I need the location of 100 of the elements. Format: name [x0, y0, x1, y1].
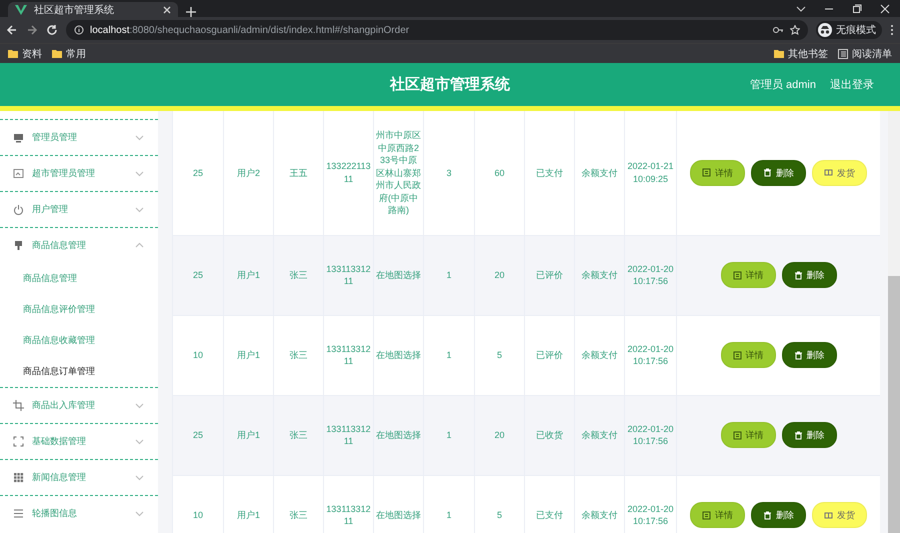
table-cell: 13311331211: [324, 315, 374, 395]
crop-icon: [13, 400, 24, 411]
restore-icon: [852, 4, 862, 14]
table-cell: 25: [172, 235, 224, 315]
table-cell: 在地图选择: [374, 235, 424, 315]
grid-icon: [13, 472, 24, 483]
folder-icon: [52, 48, 62, 58]
menu-item[interactable]: 基础数据管理: [0, 423, 158, 459]
table-cell: 20: [474, 235, 524, 315]
table-cell: 王五: [274, 111, 324, 235]
table-cell: 在地图选择: [374, 395, 424, 475]
incognito-icon: [818, 23, 832, 37]
detail-button[interactable]: 详情: [690, 160, 745, 186]
table-cell: 13311331211: [324, 235, 374, 315]
chevron-up-icon: [135, 242, 144, 249]
user-label: 管理员 admin: [750, 78, 816, 92]
bookmark[interactable]: 其他书签: [774, 46, 828, 60]
chevron-down-icon: [135, 170, 144, 177]
table-cell: 20: [474, 395, 524, 475]
menu-item[interactable]: 轮播图信息: [0, 495, 158, 531]
chevron-down-icon: [135, 134, 144, 141]
scrollbar[interactable]: [888, 111, 900, 533]
app-title: 社区超市管理系统: [390, 75, 510, 94]
submenu-item[interactable]: 商品信息评价管理: [0, 294, 158, 325]
submenu-item[interactable]: 商品信息收藏管理: [0, 325, 158, 356]
folder-icon: [774, 48, 784, 58]
menu-item[interactable]: 管理员管理: [0, 119, 158, 155]
chevron-down-icon: [135, 438, 144, 445]
trash-icon: [794, 350, 802, 360]
detail-button[interactable]: 详情: [720, 262, 776, 288]
table-cell: 1: [424, 395, 474, 475]
table-cell: 2022-01-20 10:17:56: [624, 315, 676, 395]
menu-item[interactable]: 用户管理: [0, 191, 158, 227]
list-icon: [838, 48, 848, 58]
menu-item[interactable]: 商品出入库管理: [0, 387, 158, 423]
box-icon: [824, 510, 833, 520]
table-cell: 用户1: [224, 315, 274, 395]
table-cell: 10: [172, 315, 224, 395]
table-cell: 在地图选择: [374, 475, 424, 533]
bookmark[interactable]: 常用: [52, 46, 86, 60]
detail-button[interactable]: 详情: [720, 342, 776, 368]
caret-icon: [796, 4, 806, 14]
forward-icon: [26, 24, 38, 36]
trash-icon: [794, 270, 802, 280]
address-bar[interactable]: localhost:8080/shequchaosguanli/admin/dist/index.html#/shangpinOrder: [66, 20, 808, 40]
menu-item[interactable]: 商品信息管理: [0, 227, 158, 263]
chevron-down-icon: [135, 474, 144, 481]
table-cell: 2022-01-21 10:09:25: [624, 111, 676, 235]
reading-list[interactable]: 阅读清单: [838, 46, 892, 60]
monitor-icon: [13, 132, 24, 143]
document-icon: [702, 510, 711, 520]
key-icon: [773, 25, 784, 35]
table-cell: 60: [474, 111, 524, 235]
folder-icon: [8, 48, 18, 58]
table-cell: 25: [172, 111, 224, 235]
table-cell: 已评价: [524, 235, 574, 315]
detail-button[interactable]: 详情: [720, 422, 776, 448]
table-cell: 州市中原区中原西路233号中原区林山寨郑州市人民政府(中原中路南): [374, 111, 424, 235]
table-cell: 张三: [274, 315, 324, 395]
document-icon: [702, 168, 711, 178]
submenu-item[interactable]: 商品信息管理: [0, 263, 158, 294]
incognito-badge[interactable]: 无痕模式: [816, 21, 882, 39]
document-icon: [732, 350, 742, 360]
detail-button[interactable]: 详情: [690, 502, 745, 528]
delete-button[interactable]: 删除: [782, 262, 836, 288]
trash-icon: [763, 510, 772, 520]
table-cell: 用户1: [224, 235, 274, 315]
list-icon: [13, 508, 24, 519]
table-cell: 余额支付: [574, 395, 624, 475]
logout-link[interactable]: 退出登录: [830, 77, 874, 92]
menu-item[interactable]: 超市管理员管理: [0, 155, 158, 191]
table-cell: 已评价: [524, 315, 574, 395]
box-icon: [824, 168, 833, 178]
chevron-down-icon: [135, 510, 144, 517]
table-cell: 25: [172, 395, 224, 475]
delete-button[interactable]: 删除: [751, 160, 806, 186]
table-cell: 1: [424, 235, 474, 315]
document-icon: [732, 430, 742, 440]
submenu-item[interactable]: 商品信息订单管理: [0, 356, 158, 387]
table-cell: 已支付: [524, 111, 574, 235]
table-cell: 5: [474, 315, 524, 395]
table-cell: 2022-01-20 10:17:56: [624, 235, 676, 315]
table-cell: 用户1: [224, 395, 274, 475]
delete-button[interactable]: 删除: [751, 502, 806, 528]
delete-button[interactable]: 删除: [782, 342, 836, 368]
ship-button[interactable]: 发货: [812, 502, 867, 528]
menu-item[interactable]: 新闻信息管理: [0, 459, 158, 495]
image-icon: [13, 168, 24, 179]
table-cell: 3: [424, 111, 474, 235]
url-text: localhost:8080/shequchaosguanli/admin/dist/index.html#/shangpinOrder: [90, 24, 410, 36]
back-icon: [6, 24, 18, 36]
ship-button[interactable]: 发货: [812, 160, 867, 186]
browser-tab[interactable]: 社区超市管理系统: [8, 2, 178, 17]
reload-icon: [46, 24, 58, 36]
trash-icon: [763, 168, 772, 178]
table-cell: 1: [424, 315, 474, 395]
table-cell: 张三: [274, 235, 324, 315]
delete-button[interactable]: 删除: [782, 422, 836, 448]
power-icon: [13, 204, 24, 215]
bookmark[interactable]: 资料: [8, 46, 42, 60]
